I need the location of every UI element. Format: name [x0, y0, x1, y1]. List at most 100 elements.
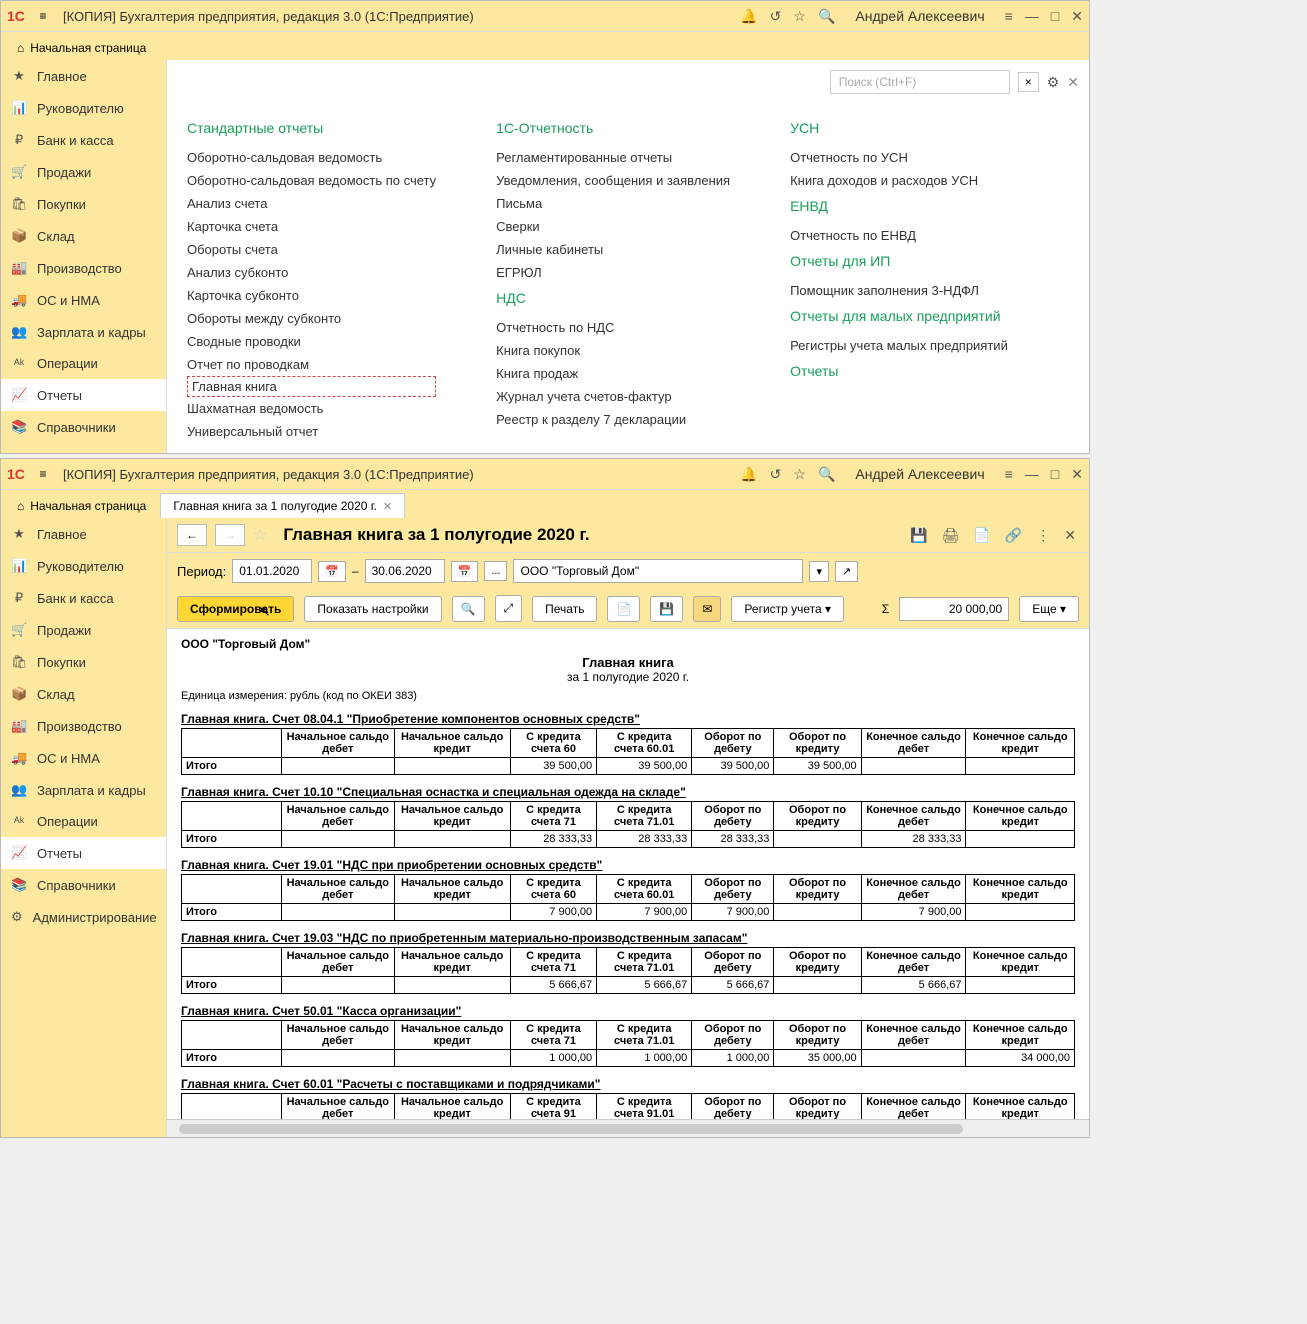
maximize-icon[interactable]: □	[1051, 466, 1059, 482]
history-icon[interactable]: ↺	[770, 8, 782, 25]
preview-button[interactable]: 📄	[607, 596, 640, 622]
report-link[interactable]: Сверки	[496, 215, 730, 238]
save-file-button[interactable]: 💾	[650, 596, 683, 622]
dropdown-icon[interactable]: ≡	[1005, 466, 1013, 482]
tab-home[interactable]: ⌂ Начальная страница	[5, 494, 158, 518]
report-link[interactable]: Книга доходов и расходов УСН	[790, 169, 1008, 192]
report-link[interactable]: Личные кабинеты	[496, 238, 730, 261]
org-dropdown-icon[interactable]: ▾	[809, 561, 829, 582]
sidebar-item[interactable]: 🏭Производство	[1, 252, 166, 284]
sidebar-item[interactable]: 👥Зарплата и кадры	[1, 774, 166, 806]
report-link[interactable]: Оборотно-сальдовая ведомость	[187, 146, 436, 169]
sidebar-item[interactable]: 🛍Покупки	[1, 188, 166, 220]
dropdown-icon[interactable]: ≡	[1005, 8, 1013, 24]
show-settings-button[interactable]: Показать настройки	[304, 596, 441, 622]
minimize-icon[interactable]: —	[1025, 466, 1039, 482]
org-open-icon[interactable]: ↗	[835, 561, 858, 582]
sidebar-item[interactable]: 📚Справочники	[1, 869, 166, 901]
sum-input[interactable]: 20 000,00	[899, 597, 1009, 621]
report-link[interactable]: Отчетность по НДС	[496, 316, 730, 339]
search-icon[interactable]: 🔍	[818, 466, 835, 483]
report-link[interactable]: Анализ счета	[187, 192, 436, 215]
star-icon[interactable]: ☆	[793, 8, 806, 25]
tab-document[interactable]: Главная книга за 1 полугодие 2020 г. ✕	[160, 493, 405, 518]
report-link[interactable]: Обороты счета	[187, 238, 436, 261]
sidebar-item[interactable]: ⚙Администрирование	[1, 901, 166, 933]
close-icon[interactable]: ✕	[1071, 8, 1083, 25]
report-link[interactable]: Уведомления, сообщения и заявления	[496, 169, 730, 192]
report-link[interactable]: Шахматная ведомость	[187, 397, 436, 420]
date-from-input[interactable]: 01.01.2020	[232, 559, 312, 583]
report-link[interactable]: Главная книга	[187, 376, 436, 397]
report-link[interactable]: Книга продаж	[496, 362, 730, 385]
user-name[interactable]: Андрей Алексеевич	[855, 466, 984, 482]
menu-icon[interactable]: ≡	[31, 467, 55, 481]
sidebar-item[interactable]: ₽Банк и касса	[1, 124, 166, 156]
date-from-calendar-icon[interactable]: 📅	[318, 561, 346, 582]
print-icon[interactable]: 🖨	[942, 527, 960, 544]
panel-close-icon[interactable]: ✕	[1067, 74, 1079, 91]
expand-button[interactable]: ⤢	[495, 595, 523, 622]
sidebar-item[interactable]: 📦Склад	[1, 220, 166, 252]
report-area[interactable]: ООО "Торговый Дом"Главная книгаза 1 полу…	[167, 629, 1089, 1119]
nav-back-button[interactable]: ←	[177, 524, 207, 546]
sidebar-item[interactable]: 👥Зарплата и кадры	[1, 316, 166, 348]
sidebar-item[interactable]: ᴬᵏОперации	[1, 806, 166, 837]
report-link[interactable]: Оборотно-сальдовая ведомость по счету	[187, 169, 436, 192]
sidebar-item[interactable]: ᴬᵏОперации	[1, 348, 166, 379]
report-link[interactable]: Журнал учета счетов-фактур	[496, 385, 730, 408]
find-button[interactable]: 🔍	[452, 596, 485, 622]
star-icon[interactable]: ☆	[793, 466, 806, 483]
close-panel-icon[interactable]: ✕	[1064, 527, 1076, 544]
history-icon[interactable]: ↺	[770, 466, 782, 483]
gear-icon[interactable]: ⚙	[1047, 74, 1060, 91]
sidebar-item[interactable]: ★Главное	[1, 518, 166, 550]
report-link[interactable]: ЕГРЮЛ	[496, 261, 730, 284]
horizontal-scrollbar[interactable]	[167, 1119, 1089, 1137]
date-to-input[interactable]: 30.06.2020	[365, 559, 445, 583]
report-link[interactable]: Карточка субконто	[187, 284, 436, 307]
search-input[interactable]: Поиск (Ctrl+F)	[830, 70, 1010, 94]
close-icon[interactable]: ✕	[1071, 466, 1083, 483]
star-icon[interactable]: ☆	[253, 525, 267, 545]
menu-icon[interactable]: ≡	[31, 9, 55, 23]
sidebar-item[interactable]: 📦Склад	[1, 678, 166, 710]
sidebar-item[interactable]: 📈Отчеты	[1, 379, 166, 411]
report-link[interactable]: Письма	[496, 192, 730, 215]
report-link[interactable]: Помощник заполнения 3-НДФЛ	[790, 279, 1008, 302]
sidebar-item[interactable]: 📊Руководителю	[1, 550, 166, 582]
export-icon[interactable]: 📄	[973, 527, 990, 544]
sidebar-item[interactable]: 🏭Производство	[1, 710, 166, 742]
bell-icon[interactable]: 🔔	[740, 8, 757, 25]
report-link[interactable]: Регистры учета малых предприятий	[790, 334, 1008, 357]
report-link[interactable]: Книга покупок	[496, 339, 730, 362]
sum-icon[interactable]: Σ	[882, 602, 889, 616]
maximize-icon[interactable]: □	[1051, 8, 1059, 24]
report-link[interactable]: Обороты между субконто	[187, 307, 436, 330]
sidebar-item[interactable]: 🚚ОС и НМА	[1, 284, 166, 316]
sidebar-item[interactable]: 🛍Покупки	[1, 646, 166, 678]
user-name[interactable]: Андрей Алексеевич	[855, 8, 984, 24]
sidebar-item[interactable]: ★Главное	[1, 60, 166, 92]
nav-forward-button[interactable]: →	[215, 524, 245, 546]
bell-icon[interactable]: 🔔	[740, 466, 757, 483]
search-clear-button[interactable]: ×	[1018, 72, 1039, 92]
report-link[interactable]: Анализ субконто	[187, 261, 436, 284]
form-button[interactable]: Сформировать	[177, 596, 294, 622]
report-link[interactable]: Отчетность по ЕНВД	[790, 224, 1008, 247]
more-icon[interactable]: ⋮	[1036, 527, 1050, 544]
period-select-button[interactable]: ...	[484, 561, 507, 581]
email-button[interactable]: ✉	[693, 596, 721, 622]
print-button[interactable]: Печать	[532, 596, 597, 622]
sidebar-item[interactable]: 🚚ОС и НМА	[1, 742, 166, 774]
sidebar-item[interactable]: ₽Банк и касса	[1, 582, 166, 614]
report-link[interactable]: Реестр к разделу 7 декларации	[496, 408, 730, 431]
report-link[interactable]: Карточка счета	[187, 215, 436, 238]
report-link[interactable]: Сводные проводки	[187, 330, 436, 353]
tab-close-icon[interactable]: ✕	[383, 500, 392, 513]
report-link[interactable]: Отчет по проводкам	[187, 353, 436, 376]
sidebar-item[interactable]: 📚Справочники	[1, 411, 166, 443]
link-icon[interactable]: 🔗	[1005, 527, 1022, 544]
sidebar-item[interactable]: 📊Руководителю	[1, 92, 166, 124]
save-icon[interactable]: 💾	[910, 527, 927, 544]
